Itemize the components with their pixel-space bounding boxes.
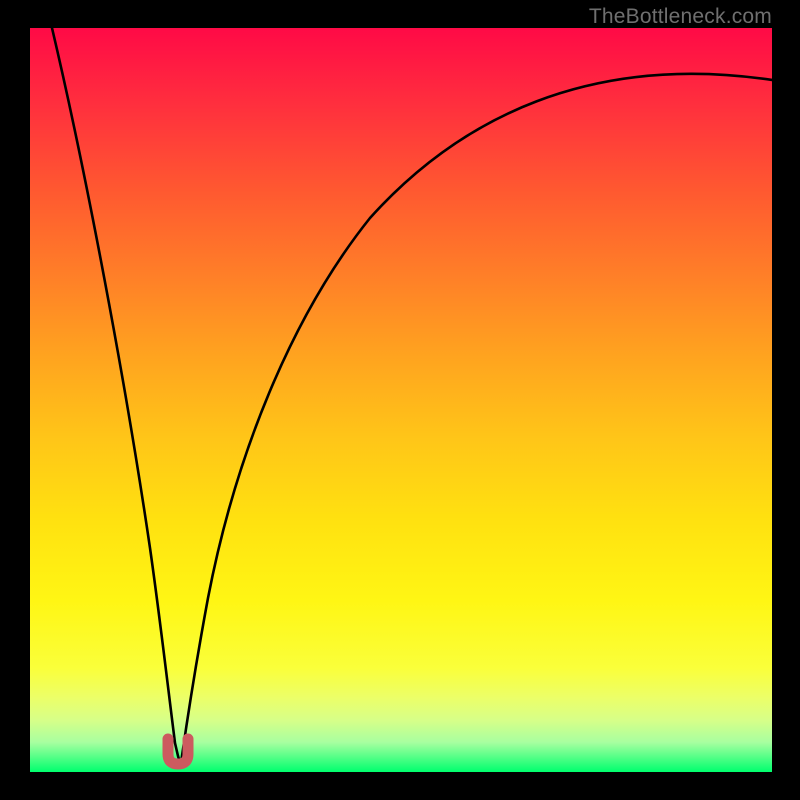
chart-frame: TheBottleneck.com [0, 0, 800, 800]
bottleneck-curve [52, 28, 772, 762]
curve-layer [30, 28, 772, 772]
plot-area [30, 28, 772, 772]
watermark-text: TheBottleneck.com [589, 5, 772, 29]
